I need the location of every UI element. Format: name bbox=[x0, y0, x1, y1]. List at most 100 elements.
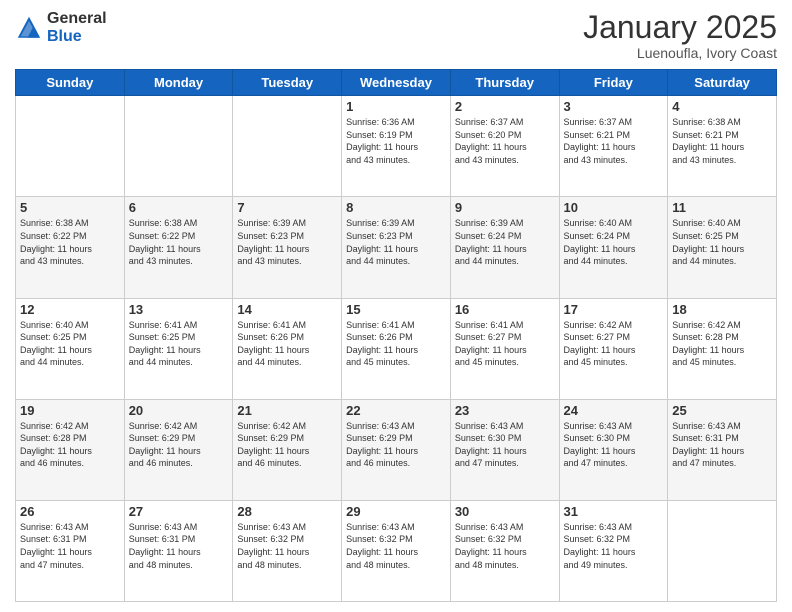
calendar-cell: 22 Sunrise: 6:43 AM Sunset: 6:29 PM Dayli… bbox=[342, 399, 451, 500]
calendar-cell: 21 Sunrise: 6:42 AM Sunset: 6:29 PM Dayli… bbox=[233, 399, 342, 500]
day-info: Sunrise: 6:42 AM Sunset: 6:27 PM Dayligh… bbox=[564, 319, 664, 369]
calendar-cell: 17 Sunrise: 6:42 AM Sunset: 6:27 PM Dayli… bbox=[559, 298, 668, 399]
calendar-cell: 14 Sunrise: 6:41 AM Sunset: 6:26 PM Dayli… bbox=[233, 298, 342, 399]
day-number: 15 bbox=[346, 302, 446, 317]
day-info: Sunrise: 6:43 AM Sunset: 6:30 PM Dayligh… bbox=[455, 420, 555, 470]
day-number: 27 bbox=[129, 504, 229, 519]
calendar-cell: 11 Sunrise: 6:40 AM Sunset: 6:25 PM Dayli… bbox=[668, 197, 777, 298]
calendar-cell: 9 Sunrise: 6:39 AM Sunset: 6:24 PM Daylig… bbox=[450, 197, 559, 298]
day-info: Sunrise: 6:41 AM Sunset: 6:26 PM Dayligh… bbox=[237, 319, 337, 369]
day-number: 5 bbox=[20, 200, 120, 215]
calendar-cell: 18 Sunrise: 6:42 AM Sunset: 6:28 PM Dayli… bbox=[668, 298, 777, 399]
weekday-saturday: Saturday bbox=[668, 70, 777, 96]
calendar-cell: 29Sunrise: 6:43 AM Sunset: 6:32 PM Dayli… bbox=[342, 500, 451, 601]
calendar-cell: 19 Sunrise: 6:42 AM Sunset: 6:28 PM Dayli… bbox=[16, 399, 125, 500]
day-info: Sunrise: 6:42 AM Sunset: 6:28 PM Dayligh… bbox=[20, 420, 120, 470]
day-number: 26 bbox=[20, 504, 120, 519]
page: General Blue January 2025 Luenoufla, Ivo… bbox=[0, 0, 792, 612]
calendar-cell: 8 Sunrise: 6:39 AM Sunset: 6:23 PM Daylig… bbox=[342, 197, 451, 298]
week-row-5: 26 Sunrise: 6:43 AM Sunset: 6:31 PM Dayli… bbox=[16, 500, 777, 601]
day-info: Sunrise: 6:39 AM Sunset: 6:23 PM Dayligh… bbox=[237, 217, 337, 267]
day-number: 8 bbox=[346, 200, 446, 215]
calendar-cell: 7 Sunrise: 6:39 AM Sunset: 6:23 PM Daylig… bbox=[233, 197, 342, 298]
day-info: Sunrise: 6:42 AM Sunset: 6:29 PM Dayligh… bbox=[237, 420, 337, 470]
day-number: 3 bbox=[564, 99, 664, 114]
weekday-sunday: Sunday bbox=[16, 70, 125, 96]
weekday-thursday: Thursday bbox=[450, 70, 559, 96]
day-info: Sunrise: 6:36 AM Sunset: 6:19 PM Dayligh… bbox=[346, 116, 446, 166]
day-info: Sunrise: 6:43 AM Sunset: 6:32 PM Dayligh… bbox=[346, 521, 446, 571]
day-number: 12 bbox=[20, 302, 120, 317]
day-number: 25 bbox=[672, 403, 772, 418]
calendar-cell: 10 Sunrise: 6:40 AM Sunset: 6:24 PM Dayli… bbox=[559, 197, 668, 298]
day-number: 11 bbox=[672, 200, 772, 215]
day-number: 4 bbox=[672, 99, 772, 114]
day-number: 31 bbox=[564, 504, 664, 519]
day-info: Sunrise: 6:38 AM Sunset: 6:21 PM Dayligh… bbox=[672, 116, 772, 166]
logo: General Blue bbox=[15, 10, 107, 46]
day-number: 2 bbox=[455, 99, 555, 114]
day-number: 23 bbox=[455, 403, 555, 418]
calendar-cell: 16 Sunrise: 6:41 AM Sunset: 6:27 PM Dayli… bbox=[450, 298, 559, 399]
calendar-cell: 2 Sunrise: 6:37 AM Sunset: 6:20 PM Daylig… bbox=[450, 96, 559, 197]
calendar-cell: 31 Sunrise: 6:43 AM Sunset: 6:32 PM Dayli… bbox=[559, 500, 668, 601]
day-number: 24 bbox=[564, 403, 664, 418]
day-info: Sunrise: 6:43 AM Sunset: 6:32 PM Dayligh… bbox=[237, 521, 337, 571]
day-number: 16 bbox=[455, 302, 555, 317]
day-number: 21 bbox=[237, 403, 337, 418]
calendar-cell: 4 Sunrise: 6:38 AM Sunset: 6:21 PM Daylig… bbox=[668, 96, 777, 197]
weekday-tuesday: Tuesday bbox=[233, 70, 342, 96]
day-number: 22 bbox=[346, 403, 446, 418]
day-number: 13 bbox=[129, 302, 229, 317]
calendar-cell: 24Sunrise: 6:43 AM Sunset: 6:30 PM Dayli… bbox=[559, 399, 668, 500]
day-info: Sunrise: 6:37 AM Sunset: 6:21 PM Dayligh… bbox=[564, 116, 664, 166]
day-info: Sunrise: 6:43 AM Sunset: 6:29 PM Dayligh… bbox=[346, 420, 446, 470]
calendar-cell: 3 Sunrise: 6:37 AM Sunset: 6:21 PM Daylig… bbox=[559, 96, 668, 197]
calendar-table: SundayMondayTuesdayWednesdayThursdayFrid… bbox=[15, 69, 777, 602]
logo-text: General Blue bbox=[47, 10, 107, 46]
day-number: 30 bbox=[455, 504, 555, 519]
calendar-cell: 15Sunrise: 6:41 AM Sunset: 6:26 PM Dayli… bbox=[342, 298, 451, 399]
day-info: Sunrise: 6:40 AM Sunset: 6:25 PM Dayligh… bbox=[672, 217, 772, 267]
day-number: 14 bbox=[237, 302, 337, 317]
day-number: 9 bbox=[455, 200, 555, 215]
day-info: Sunrise: 6:42 AM Sunset: 6:28 PM Dayligh… bbox=[672, 319, 772, 369]
day-info: Sunrise: 6:41 AM Sunset: 6:27 PM Dayligh… bbox=[455, 319, 555, 369]
day-number: 7 bbox=[237, 200, 337, 215]
header: General Blue January 2025 Luenoufla, Ivo… bbox=[15, 10, 777, 61]
day-number: 17 bbox=[564, 302, 664, 317]
title-block: January 2025 Luenoufla, Ivory Coast bbox=[583, 10, 777, 61]
calendar-cell bbox=[668, 500, 777, 601]
weekday-monday: Monday bbox=[124, 70, 233, 96]
day-number: 1 bbox=[346, 99, 446, 114]
day-info: Sunrise: 6:37 AM Sunset: 6:20 PM Dayligh… bbox=[455, 116, 555, 166]
calendar-cell: 20 Sunrise: 6:42 AM Sunset: 6:29 PM Dayli… bbox=[124, 399, 233, 500]
day-info: Sunrise: 6:43 AM Sunset: 6:31 PM Dayligh… bbox=[672, 420, 772, 470]
calendar-cell: 12Sunrise: 6:40 AM Sunset: 6:25 PM Dayli… bbox=[16, 298, 125, 399]
week-row-3: 12Sunrise: 6:40 AM Sunset: 6:25 PM Dayli… bbox=[16, 298, 777, 399]
day-number: 6 bbox=[129, 200, 229, 215]
day-number: 18 bbox=[672, 302, 772, 317]
calendar-cell bbox=[124, 96, 233, 197]
day-info: Sunrise: 6:43 AM Sunset: 6:31 PM Dayligh… bbox=[129, 521, 229, 571]
day-number: 20 bbox=[129, 403, 229, 418]
calendar-cell: 23 Sunrise: 6:43 AM Sunset: 6:30 PM Dayli… bbox=[450, 399, 559, 500]
week-row-1: 1 Sunrise: 6:36 AM Sunset: 6:19 PM Daylig… bbox=[16, 96, 777, 197]
weekday-wednesday: Wednesday bbox=[342, 70, 451, 96]
day-info: Sunrise: 6:39 AM Sunset: 6:23 PM Dayligh… bbox=[346, 217, 446, 267]
calendar-cell: 28Sunrise: 6:43 AM Sunset: 6:32 PM Dayli… bbox=[233, 500, 342, 601]
day-info: Sunrise: 6:43 AM Sunset: 6:32 PM Dayligh… bbox=[455, 521, 555, 571]
day-info: Sunrise: 6:39 AM Sunset: 6:24 PM Dayligh… bbox=[455, 217, 555, 267]
calendar-cell: 6 Sunrise: 6:38 AM Sunset: 6:22 PM Daylig… bbox=[124, 197, 233, 298]
logo-icon bbox=[15, 14, 43, 42]
location: Luenoufla, Ivory Coast bbox=[583, 45, 777, 61]
week-row-2: 5 Sunrise: 6:38 AM Sunset: 6:22 PM Daylig… bbox=[16, 197, 777, 298]
day-info: Sunrise: 6:38 AM Sunset: 6:22 PM Dayligh… bbox=[20, 217, 120, 267]
day-info: Sunrise: 6:38 AM Sunset: 6:22 PM Dayligh… bbox=[129, 217, 229, 267]
day-number: 10 bbox=[564, 200, 664, 215]
day-info: Sunrise: 6:43 AM Sunset: 6:32 PM Dayligh… bbox=[564, 521, 664, 571]
weekday-header-row: SundayMondayTuesdayWednesdayThursdayFrid… bbox=[16, 70, 777, 96]
day-number: 19 bbox=[20, 403, 120, 418]
day-info: Sunrise: 6:40 AM Sunset: 6:24 PM Dayligh… bbox=[564, 217, 664, 267]
day-info: Sunrise: 6:42 AM Sunset: 6:29 PM Dayligh… bbox=[129, 420, 229, 470]
